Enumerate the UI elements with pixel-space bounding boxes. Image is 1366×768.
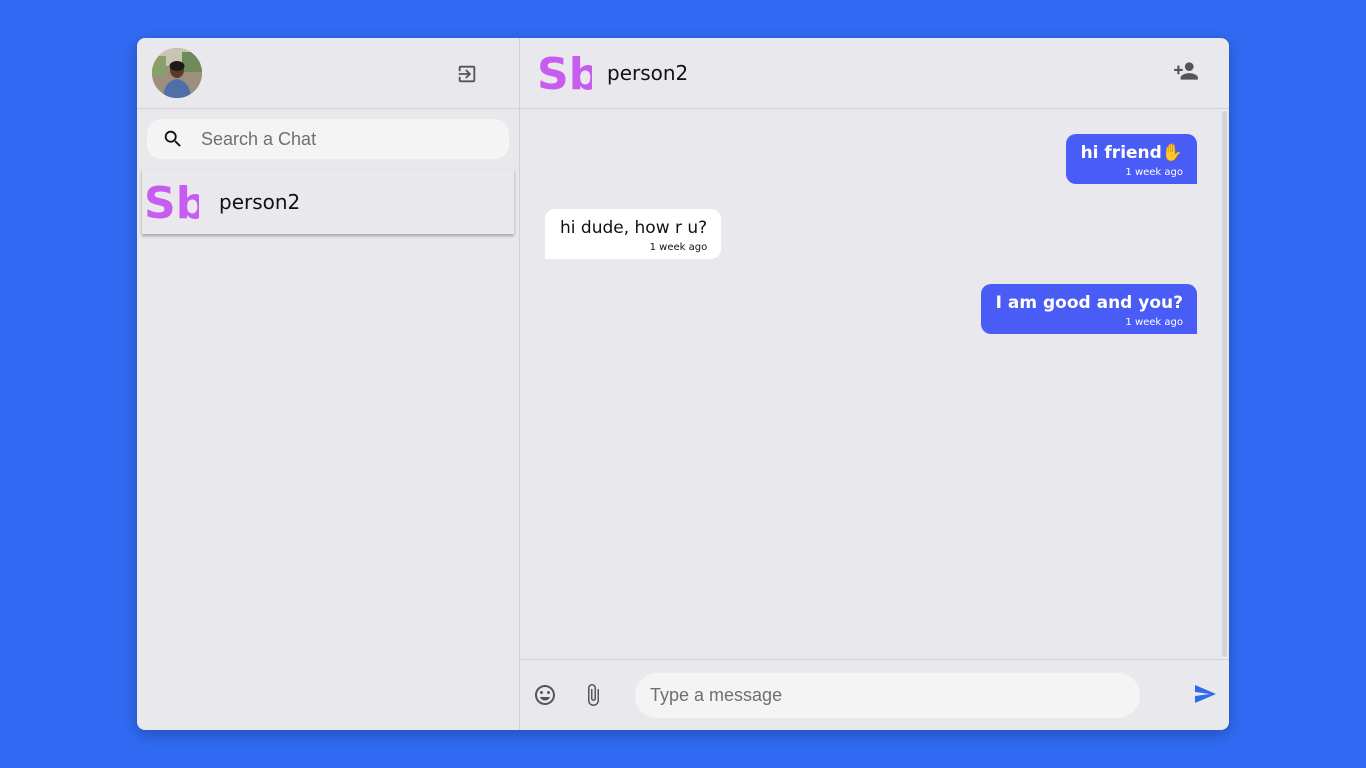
message-row: hi dude, how r u? 1 week ago bbox=[545, 209, 1197, 259]
chat-header: Sb person2 bbox=[520, 38, 1229, 109]
message-bubble-sent: hi friend✋ 1 week ago bbox=[1065, 134, 1197, 184]
svg-text:Sb: Sb bbox=[540, 51, 592, 95]
chat-logo: Sb bbox=[147, 180, 199, 224]
message-text: I am good and you? bbox=[995, 293, 1183, 313]
message-composer bbox=[520, 659, 1229, 730]
message-time: 1 week ago bbox=[1125, 317, 1183, 328]
message-time: 1 week ago bbox=[1125, 167, 1183, 178]
search-bar bbox=[147, 119, 509, 159]
chat-app-window: Sb person2 Sb person2 hi friend✋ 1 week … bbox=[137, 38, 1229, 730]
message-text: hi friend✋ bbox=[1080, 143, 1183, 163]
message-input[interactable] bbox=[650, 684, 1120, 706]
attach-button[interactable] bbox=[581, 683, 605, 707]
message-bubble-received: hi dude, how r u? 1 week ago bbox=[545, 209, 722, 259]
sidebar: Sb person2 bbox=[137, 38, 520, 730]
logout-button[interactable] bbox=[455, 62, 479, 86]
emoji-button[interactable] bbox=[533, 683, 557, 707]
chat-panel: Sb person2 hi friend✋ 1 week ago hi dude… bbox=[520, 38, 1229, 730]
send-icon bbox=[1195, 685, 1216, 703]
logout-icon bbox=[458, 65, 476, 83]
message-bubble-sent: I am good and you? 1 week ago bbox=[980, 284, 1197, 334]
emoji-icon bbox=[535, 685, 555, 705]
message-row: hi friend✋ 1 week ago bbox=[545, 134, 1197, 184]
chat-list-item[interactable]: Sb person2 bbox=[142, 169, 514, 234]
svg-text:Sb: Sb bbox=[147, 180, 199, 224]
message-text: hi dude, how r u? bbox=[560, 218, 708, 238]
user-avatar[interactable] bbox=[152, 48, 202, 98]
message-time: 1 week ago bbox=[649, 242, 708, 253]
chat-header-name: person2 bbox=[607, 61, 689, 85]
add-user-button[interactable] bbox=[1173, 58, 1199, 84]
chat-header-logo: Sb bbox=[540, 51, 592, 95]
chat-list-item-name: person2 bbox=[219, 189, 301, 214]
message-scrollbar[interactable] bbox=[1222, 111, 1227, 657]
paperclip-icon bbox=[588, 684, 599, 706]
message-list: hi friend✋ 1 week ago hi dude, how r u? … bbox=[520, 109, 1229, 659]
person-add-icon bbox=[1174, 62, 1198, 80]
message-input-wrap bbox=[635, 672, 1140, 718]
search-input[interactable] bbox=[201, 128, 491, 150]
send-button[interactable] bbox=[1193, 682, 1217, 706]
search-icon bbox=[164, 130, 181, 147]
message-row: I am good and you? 1 week ago bbox=[545, 284, 1197, 334]
sidebar-header bbox=[137, 38, 519, 109]
